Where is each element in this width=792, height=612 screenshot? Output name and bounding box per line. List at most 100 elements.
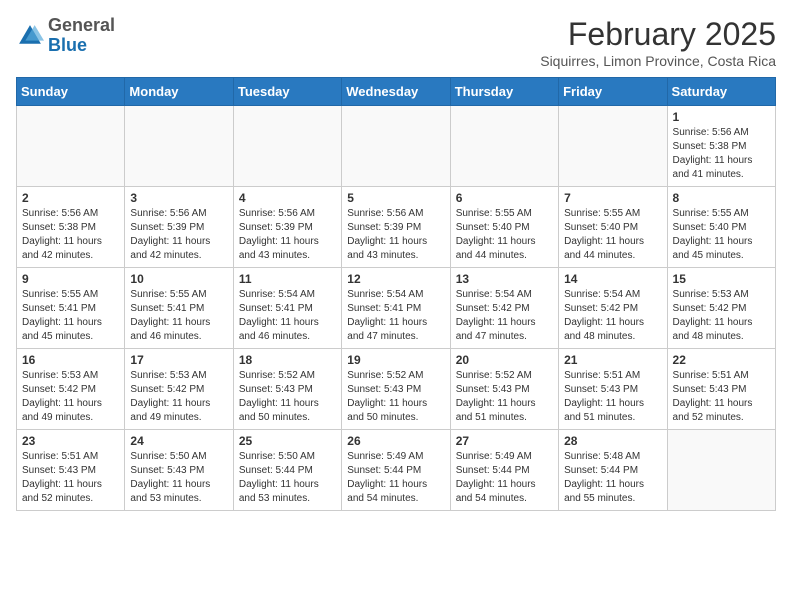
day-number: 12 [347, 272, 444, 286]
calendar-week-row: 9 Sunrise: 5:55 AM Sunset: 5:41 PM Daylig… [17, 268, 776, 349]
logo-blue-text: Blue [48, 35, 87, 55]
calendar-day-cell: 26 Sunrise: 5:49 AM Sunset: 5:44 PM Dayli… [342, 430, 450, 511]
day-number: 25 [239, 434, 336, 448]
calendar-day-cell: 6 Sunrise: 5:55 AM Sunset: 5:40 PM Daylig… [450, 187, 558, 268]
day-info: Sunrise: 5:56 AM Sunset: 5:39 PM Dayligh… [130, 207, 227, 263]
day-number: 28 [564, 434, 661, 448]
calendar-day-header: Saturday [667, 78, 775, 106]
calendar-day-cell: 23Sunrise: 5:51 AM Sunset: 5:43 PM Dayli… [17, 430, 125, 511]
calendar-day-cell: 4Sunrise: 5:56 AM Sunset: 5:39 PM Daylig… [233, 187, 341, 268]
calendar-day-cell: 13 Sunrise: 5:54 AM Sunset: 5:42 PM Dayli… [450, 268, 558, 349]
calendar-day-cell: 19 Sunrise: 5:52 AM Sunset: 5:43 PM Dayli… [342, 349, 450, 430]
day-info: Sunrise: 5:55 AM Sunset: 5:40 PM Dayligh… [673, 207, 770, 263]
calendar-day-cell [559, 106, 667, 187]
calendar-day-cell: 3 Sunrise: 5:56 AM Sunset: 5:39 PM Daylig… [125, 187, 233, 268]
day-info: Sunrise: 5:53 AM Sunset: 5:42 PM Dayligh… [673, 288, 770, 344]
day-number: 9 [22, 272, 119, 286]
calendar-week-row: 23Sunrise: 5:51 AM Sunset: 5:43 PM Dayli… [17, 430, 776, 511]
day-number: 16 [22, 353, 119, 367]
day-number: 24 [130, 434, 227, 448]
calendar-day-cell: 9 Sunrise: 5:55 AM Sunset: 5:41 PM Daylig… [17, 268, 125, 349]
calendar-day-cell: 2 Sunrise: 5:56 AM Sunset: 5:38 PM Daylig… [17, 187, 125, 268]
day-number: 14 [564, 272, 661, 286]
calendar-day-cell: 21 Sunrise: 5:51 AM Sunset: 5:43 PM Dayli… [559, 349, 667, 430]
calendar-week-row: 2 Sunrise: 5:56 AM Sunset: 5:38 PM Daylig… [17, 187, 776, 268]
day-info: Sunrise: 5:50 AM Sunset: 5:43 PM Dayligh… [130, 450, 227, 506]
day-info: Sunrise: 5:54 AM Sunset: 5:41 PM Dayligh… [347, 288, 444, 344]
calendar-day-cell: 7 Sunrise: 5:55 AM Sunset: 5:40 PM Daylig… [559, 187, 667, 268]
day-number: 26 [347, 434, 444, 448]
day-number: 11 [239, 272, 336, 286]
day-number: 5 [347, 191, 444, 205]
day-number: 2 [22, 191, 119, 205]
day-info: Sunrise: 5:54 AM Sunset: 5:41 PM Dayligh… [239, 288, 336, 344]
calendar-day-cell: 1 Sunrise: 5:56 AM Sunset: 5:38 PM Daylig… [667, 106, 775, 187]
day-info: Sunrise: 5:53 AM Sunset: 5:42 PM Dayligh… [22, 369, 119, 425]
day-number: 8 [673, 191, 770, 205]
calendar-day-cell: 12 Sunrise: 5:54 AM Sunset: 5:41 PM Dayli… [342, 268, 450, 349]
day-number: 19 [347, 353, 444, 367]
title-block: February 2025 Siquirres, Limon Province,… [540, 16, 776, 69]
day-info: Sunrise: 5:56 AM Sunset: 5:39 PM Dayligh… [239, 207, 336, 263]
calendar-table: SundayMondayTuesdayWednesdayThursdayFrid… [16, 77, 776, 511]
day-info: Sunrise: 5:49 AM Sunset: 5:44 PM Dayligh… [347, 450, 444, 506]
day-info: Sunrise: 5:49 AM Sunset: 5:44 PM Dayligh… [456, 450, 553, 506]
calendar-day-header: Sunday [17, 78, 125, 106]
calendar-header-row: SundayMondayTuesdayWednesdayThursdayFrid… [17, 78, 776, 106]
day-info: Sunrise: 5:52 AM Sunset: 5:43 PM Dayligh… [347, 369, 444, 425]
month-year: February 2025 [540, 16, 776, 53]
day-info: Sunrise: 5:55 AM Sunset: 5:41 PM Dayligh… [22, 288, 119, 344]
day-number: 15 [673, 272, 770, 286]
calendar-day-cell: 15 Sunrise: 5:53 AM Sunset: 5:42 PM Dayli… [667, 268, 775, 349]
day-info: Sunrise: 5:56 AM Sunset: 5:38 PM Dayligh… [673, 126, 770, 182]
day-number: 7 [564, 191, 661, 205]
day-info: Sunrise: 5:51 AM Sunset: 5:43 PM Dayligh… [564, 369, 661, 425]
logo: General Blue [16, 16, 115, 56]
day-number: 3 [130, 191, 227, 205]
calendar-day-cell [17, 106, 125, 187]
day-info: Sunrise: 5:52 AM Sunset: 5:43 PM Dayligh… [456, 369, 553, 425]
calendar-day-cell: 20Sunrise: 5:52 AM Sunset: 5:43 PM Dayli… [450, 349, 558, 430]
day-info: Sunrise: 5:54 AM Sunset: 5:42 PM Dayligh… [456, 288, 553, 344]
page-header: General Blue February 2025 Siquirres, Li… [16, 16, 776, 69]
day-number: 10 [130, 272, 227, 286]
day-info: Sunrise: 5:55 AM Sunset: 5:41 PM Dayligh… [130, 288, 227, 344]
day-info: Sunrise: 5:56 AM Sunset: 5:38 PM Dayligh… [22, 207, 119, 263]
day-number: 13 [456, 272, 553, 286]
calendar-day-cell: 5 Sunrise: 5:56 AM Sunset: 5:39 PM Daylig… [342, 187, 450, 268]
calendar-day-cell: 8 Sunrise: 5:55 AM Sunset: 5:40 PM Daylig… [667, 187, 775, 268]
day-info: Sunrise: 5:55 AM Sunset: 5:40 PM Dayligh… [456, 207, 553, 263]
day-info: Sunrise: 5:48 AM Sunset: 5:44 PM Dayligh… [564, 450, 661, 506]
day-info: Sunrise: 5:52 AM Sunset: 5:43 PM Dayligh… [239, 369, 336, 425]
day-info: Sunrise: 5:56 AM Sunset: 5:39 PM Dayligh… [347, 207, 444, 263]
calendar-day-cell: 24 Sunrise: 5:50 AM Sunset: 5:43 PM Dayli… [125, 430, 233, 511]
day-number: 6 [456, 191, 553, 205]
day-number: 21 [564, 353, 661, 367]
location: Siquirres, Limon Province, Costa Rica [540, 53, 776, 69]
calendar-day-cell: 27 Sunrise: 5:49 AM Sunset: 5:44 PM Dayli… [450, 430, 558, 511]
calendar-day-header: Friday [559, 78, 667, 106]
calendar-week-row: 1 Sunrise: 5:56 AM Sunset: 5:38 PM Daylig… [17, 106, 776, 187]
calendar-day-cell: 16 Sunrise: 5:53 AM Sunset: 5:42 PM Dayli… [17, 349, 125, 430]
day-info: Sunrise: 5:51 AM Sunset: 5:43 PM Dayligh… [22, 450, 119, 506]
calendar-day-cell: 25 Sunrise: 5:50 AM Sunset: 5:44 PM Dayli… [233, 430, 341, 511]
calendar-day-cell: 18Sunrise: 5:52 AM Sunset: 5:43 PM Dayli… [233, 349, 341, 430]
calendar-day-cell: 11 Sunrise: 5:54 AM Sunset: 5:41 PM Dayli… [233, 268, 341, 349]
calendar-day-header: Monday [125, 78, 233, 106]
calendar-day-cell [450, 106, 558, 187]
logo-general-text: General [48, 15, 115, 35]
calendar-day-header: Tuesday [233, 78, 341, 106]
day-info: Sunrise: 5:54 AM Sunset: 5:42 PM Dayligh… [564, 288, 661, 344]
day-number: 1 [673, 110, 770, 124]
day-info: Sunrise: 5:53 AM Sunset: 5:42 PM Dayligh… [130, 369, 227, 425]
calendar-day-cell [342, 106, 450, 187]
calendar-day-cell: 28 Sunrise: 5:48 AM Sunset: 5:44 PM Dayli… [559, 430, 667, 511]
day-info: Sunrise: 5:55 AM Sunset: 5:40 PM Dayligh… [564, 207, 661, 263]
day-number: 27 [456, 434, 553, 448]
calendar-day-cell [125, 106, 233, 187]
day-info: Sunrise: 5:50 AM Sunset: 5:44 PM Dayligh… [239, 450, 336, 506]
calendar-day-cell: 22Sunrise: 5:51 AM Sunset: 5:43 PM Dayli… [667, 349, 775, 430]
day-number: 22 [673, 353, 770, 367]
calendar-week-row: 16 Sunrise: 5:53 AM Sunset: 5:42 PM Dayli… [17, 349, 776, 430]
calendar-day-cell: 14 Sunrise: 5:54 AM Sunset: 5:42 PM Dayli… [559, 268, 667, 349]
